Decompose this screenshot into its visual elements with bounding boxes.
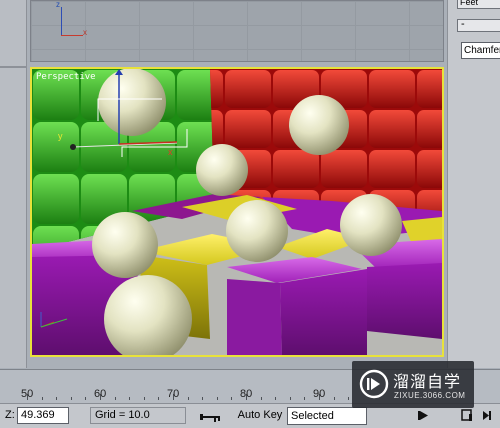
axis-z-label: z	[56, 0, 60, 9]
modifier-list-dropdown[interactable]: Chamfer	[461, 42, 500, 59]
top-viewport[interactable]: z x	[30, 0, 444, 62]
timeline-tick-80: 80	[240, 388, 253, 400]
timeline-tick-50: 50	[21, 388, 34, 400]
axis-x-line	[61, 35, 83, 36]
selection-set-dropdown[interactable]: Selected	[287, 407, 367, 425]
command-panel: Feet - Chamfer	[447, 0, 500, 368]
z-coordinate-label: Z:	[5, 409, 15, 421]
watermark-url: ZIXUE.3066.COM	[394, 391, 466, 400]
axis-x-label: x	[83, 28, 87, 37]
watermark-title: 溜溜自学	[393, 372, 462, 391]
3d-scene-render: y x	[32, 69, 442, 355]
axis-z-line	[61, 7, 62, 35]
left-viewport-strip	[0, 0, 27, 368]
key-icon[interactable]	[199, 411, 221, 425]
svg-text:y: y	[58, 131, 63, 141]
timeline-tick-70: 70	[167, 388, 180, 400]
auto-key-button[interactable]: Auto Key	[236, 407, 284, 425]
timeline-tick-60: 60	[94, 388, 107, 400]
name-field[interactable]: Feet	[457, 0, 500, 9]
svg-text:x: x	[168, 147, 173, 157]
collapse-rollout-button[interactable]: -	[457, 18, 500, 32]
time-configuration-icon[interactable]	[480, 408, 493, 423]
viewport-label[interactable]: Perspective	[36, 72, 96, 82]
timeline-tick-90: 90	[313, 388, 326, 400]
play-button-icon[interactable]	[417, 408, 430, 423]
next-frame-icon[interactable]	[460, 408, 473, 423]
watermark-overlay: 溜溜自学 ZIXUE.3066.COM	[352, 361, 474, 408]
grid-size-display: Grid = 10.0	[90, 407, 186, 424]
z-coordinate-field[interactable]: 49.369	[17, 407, 69, 424]
watermark-logo-icon	[359, 369, 389, 399]
perspective-viewport[interactable]: Perspective y x	[30, 67, 444, 357]
collapse-symbol: -	[461, 18, 465, 30]
